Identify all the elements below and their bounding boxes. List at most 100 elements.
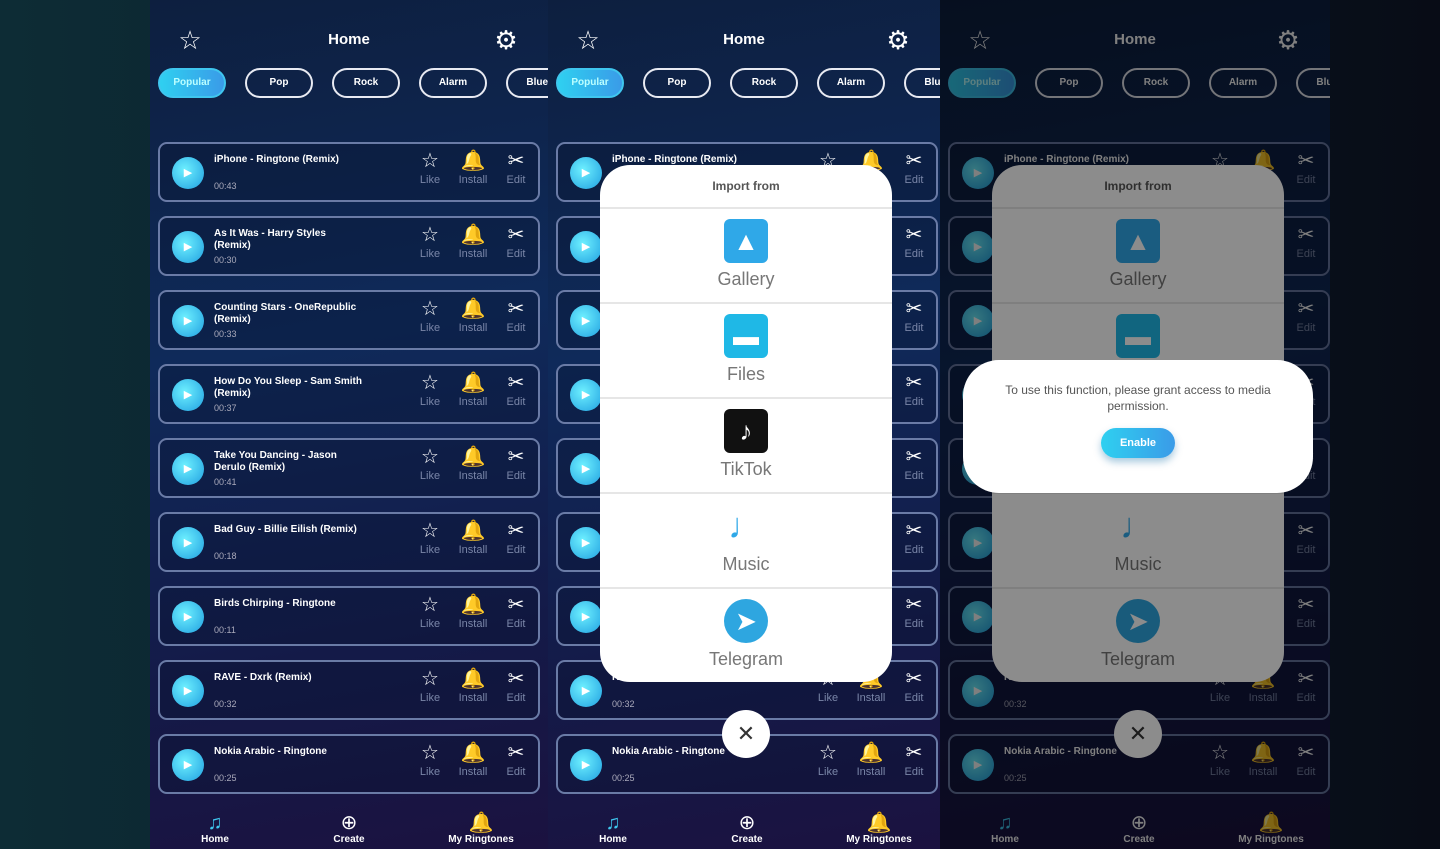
category-chip-popular[interactable]: Popular	[158, 68, 226, 98]
edit-button[interactable]: ✂ Edit	[894, 446, 934, 482]
install-button[interactable]: 🔔 Install	[453, 224, 493, 260]
like-button[interactable]: ☆ Like	[410, 742, 450, 778]
song-list-item[interactable]: ▶ Nokia Arabic - Ringtone 00:25 ☆ Like 🔔 Insta…	[158, 734, 540, 794]
category-chip-alarm[interactable]: Alarm	[419, 68, 487, 98]
song-list-item[interactable]: ▶ Birds Chirping - Ringtone 00:11 ☆ Like 🔔 Ins…	[158, 586, 540, 646]
nav-create[interactable]: ⊕Create	[304, 812, 394, 845]
edit-button[interactable]: ✂ Edit	[496, 668, 536, 704]
install-button[interactable]: 🔔 Install	[453, 372, 493, 408]
like-button[interactable]: ☆ Like	[410, 520, 450, 556]
category-chip-rock[interactable]: Rock	[730, 68, 798, 98]
category-chip-blues[interactable]: Blues	[506, 68, 548, 98]
play-button[interactable]: ▶	[570, 601, 602, 633]
import-option-label: Gallery	[1109, 269, 1167, 289]
edit-button[interactable]: ✂ Edit	[894, 298, 934, 334]
edit-button[interactable]: ✂ Edit	[496, 742, 536, 778]
install-button[interactable]: 🔔 Install	[453, 742, 493, 778]
song-list-item[interactable]: ▶ As It Was - Harry Styles (Remix) 00:30 ☆ L…	[158, 216, 540, 276]
play-button[interactable]: ▶	[172, 675, 204, 707]
import-option-gallery[interactable]: ▲ Gallery	[600, 209, 892, 304]
edit-button[interactable]: ✂ Edit	[894, 520, 934, 556]
play-button[interactable]: ▶	[570, 527, 602, 559]
edit-button[interactable]: ✂ Edit	[496, 520, 536, 556]
category-chip-pop[interactable]: Pop	[245, 68, 313, 98]
play-button[interactable]: ▶	[570, 231, 602, 263]
song-list-item[interactable]: ▶ How Do You Sleep - Sam Smith (Remix) 00:…	[158, 364, 540, 424]
like-button[interactable]: ☆ Like	[410, 668, 450, 704]
category-chip-rock[interactable]: Rock	[332, 68, 400, 98]
category-chip-popular[interactable]: Popular	[556, 68, 624, 98]
install-button[interactable]: 🔔 Install	[453, 520, 493, 556]
like-button[interactable]: ☆ Like	[410, 298, 450, 334]
edit-button[interactable]: ✂ Edit	[894, 594, 934, 630]
play-button[interactable]: ▶	[172, 231, 204, 263]
category-chip-blues[interactable]: Blues	[904, 68, 940, 98]
install-button[interactable]: 🔔 Install	[453, 668, 493, 704]
edit-button[interactable]: ✂ Edit	[894, 668, 934, 704]
install-button[interactable]: 🔔 Install	[453, 150, 493, 186]
like-button[interactable]: ☆ Like	[410, 372, 450, 408]
close-button[interactable]: ✕	[1114, 710, 1162, 758]
enable-button[interactable]: Enable	[1101, 428, 1175, 458]
install-button[interactable]: 🔔 Install	[453, 594, 493, 630]
nav-my-ringtones[interactable]: 🔔My Ringtones	[436, 812, 526, 845]
edit-button[interactable]: ✂ Edit	[894, 372, 934, 408]
play-button[interactable]: ▶	[172, 305, 204, 337]
song-list-item[interactable]: ▶ Counting Stars - OneRepublic (Remix) 00:…	[158, 290, 540, 350]
play-button[interactable]: ▶	[570, 305, 602, 337]
play-button[interactable]: ▶	[172, 749, 204, 781]
category-chip-pop[interactable]: Pop	[643, 68, 711, 98]
play-button[interactable]: ▶	[172, 453, 204, 485]
close-button[interactable]: ✕	[722, 710, 770, 758]
edit-button[interactable]: ✂ Edit	[894, 742, 934, 778]
like-button[interactable]: ☆ Like	[410, 150, 450, 186]
settings-gear-icon[interactable]: ⚙	[492, 26, 520, 54]
like-button[interactable]: ☆ Like	[410, 224, 450, 260]
edit-button[interactable]: ✂ Edit	[496, 150, 536, 186]
edit-button[interactable]: ✂ Edit	[496, 372, 536, 408]
like-button[interactable]: ☆ Like	[410, 446, 450, 482]
import-option-tiktok[interactable]: ♪ TikTok	[600, 399, 892, 494]
nav-home[interactable]: ♫Home	[170, 812, 260, 845]
nav-label: Create	[333, 834, 365, 845]
import-option-gallery[interactable]: ▲ Gallery	[992, 209, 1284, 304]
play-button[interactable]: ▶	[172, 157, 204, 189]
like-button[interactable]: ☆ Like	[410, 594, 450, 630]
category-chip-alarm[interactable]: Alarm	[817, 68, 885, 98]
edit-button[interactable]: ✂ Edit	[894, 224, 934, 260]
edit-button[interactable]: ✂ Edit	[496, 224, 536, 260]
play-button[interactable]: ▶	[570, 453, 602, 485]
import-option-music[interactable]: ♩ Music	[600, 494, 892, 589]
play-button[interactable]: ▶	[172, 379, 204, 411]
install-button[interactable]: 🔔 Install	[453, 446, 493, 482]
like-button[interactable]: ☆ Like	[808, 742, 848, 778]
play-button[interactable]: ▶	[172, 527, 204, 559]
song-list-item[interactable]: ▶ RAVE - Dxrk (Remix) 00:32 ☆ Like 🔔 Install ✂ E…	[158, 660, 540, 720]
song-duration: 00:30	[214, 255, 237, 265]
like-label: Like	[419, 692, 441, 704]
nav-create[interactable]: ⊕Create	[702, 812, 792, 845]
install-button[interactable]: 🔔 Install	[453, 298, 493, 334]
nav-home[interactable]: ♫Home	[568, 812, 658, 845]
song-list-item[interactable]: ▶ Take You Dancing - Jason Derulo (Remix)…	[158, 438, 540, 498]
play-button[interactable]: ▶	[570, 379, 602, 411]
play-button[interactable]: ▶	[172, 601, 204, 633]
edit-button[interactable]: ✂ Edit	[496, 446, 536, 482]
nav-label: Create	[731, 834, 763, 845]
song-list-item[interactable]: ▶ iPhone - Ringtone (Remix) 00:43 ☆ Like 🔔 Ins…	[158, 142, 540, 202]
edit-button[interactable]: ✂ Edit	[496, 298, 536, 334]
import-option-telegram[interactable]: ➤ Telegram	[600, 589, 892, 682]
import-option-files[interactable]: ▬ Files	[600, 304, 892, 399]
nav-my-ringtones[interactable]: 🔔My Ringtones	[834, 812, 924, 845]
import-option-music[interactable]: ♩ Music	[992, 494, 1284, 589]
edit-button[interactable]: ✂ Edit	[894, 150, 934, 186]
play-button[interactable]: ▶	[570, 157, 602, 189]
install-button[interactable]: 🔔 Install	[851, 742, 891, 778]
bell-icon: 🔔	[866, 812, 892, 834]
settings-gear-icon[interactable]: ⚙	[884, 26, 912, 54]
play-button[interactable]: ▶	[570, 675, 602, 707]
import-option-telegram[interactable]: ➤ Telegram	[992, 589, 1284, 682]
song-list-item[interactable]: ▶ Bad Guy - Billie Eilish (Remix) 00:18 ☆ Li…	[158, 512, 540, 572]
play-button[interactable]: ▶	[570, 749, 602, 781]
edit-button[interactable]: ✂ Edit	[496, 594, 536, 630]
